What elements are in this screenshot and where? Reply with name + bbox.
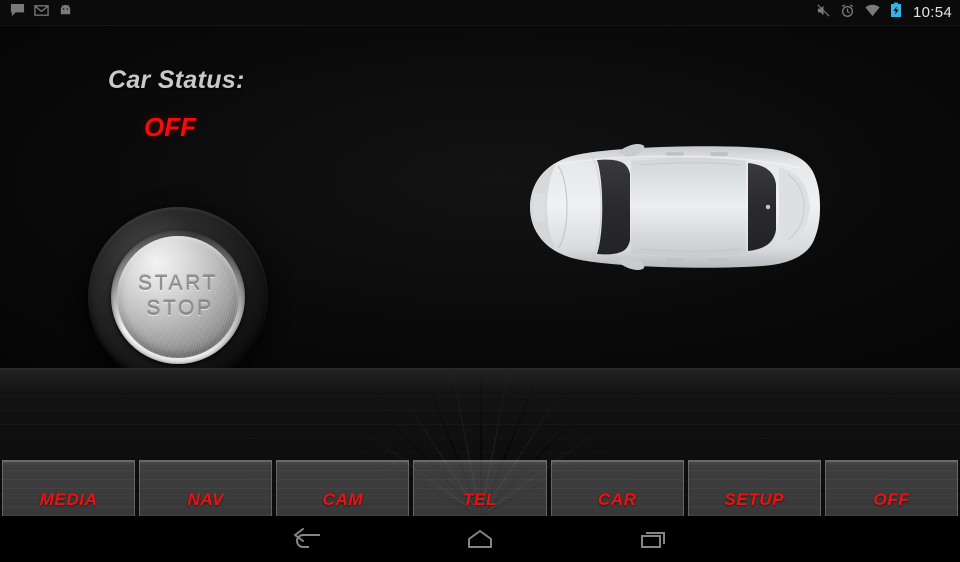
start-label: START bbox=[138, 272, 218, 296]
car-top-view bbox=[500, 134, 830, 280]
back-icon[interactable] bbox=[274, 517, 338, 561]
mute-icon bbox=[816, 3, 831, 23]
wifi-icon bbox=[864, 3, 881, 23]
menu-button-label: CAR bbox=[597, 490, 637, 509]
menu-button-label: OFF bbox=[873, 490, 910, 509]
menu-button-media[interactable]: MEDIA bbox=[2, 460, 136, 516]
message-icon bbox=[10, 3, 25, 23]
car-status-block: Car Status: OFF bbox=[108, 66, 245, 143]
start-stop-button[interactable]: START STOP bbox=[88, 207, 268, 387]
battery-charging-icon bbox=[890, 2, 902, 23]
android-navigation-bar bbox=[0, 516, 960, 562]
menu-bar: MEDIA NAV CAM TEL CAR SETUP OFF bbox=[0, 460, 960, 516]
car-status-label: Car Status: bbox=[108, 66, 245, 94]
menu-button-label: NAV bbox=[187, 490, 224, 509]
status-bar[interactable]: 10:54 bbox=[0, 0, 960, 26]
start-stop-bezel: START STOP bbox=[111, 230, 245, 364]
menu-button-tel[interactable]: TEL bbox=[413, 460, 547, 516]
status-bar-system[interactable]: 10:54 bbox=[816, 2, 952, 23]
alarm-icon bbox=[840, 3, 855, 23]
android-icon bbox=[58, 3, 73, 23]
menu-button-cam[interactable]: CAM bbox=[276, 460, 410, 516]
car-app-screen: Car Status: OFF START STOP MEDIA NAV CAM… bbox=[0, 26, 960, 516]
recent-apps-icon[interactable] bbox=[622, 517, 686, 561]
email-icon bbox=[34, 3, 49, 23]
menu-button-label: CAM bbox=[322, 490, 364, 509]
scene-upper: Car Status: OFF START STOP bbox=[0, 26, 960, 387]
menu-button-setup[interactable]: SETUP bbox=[687, 460, 821, 516]
menu-button-off[interactable]: OFF bbox=[824, 460, 958, 516]
status-bar-notifications[interactable] bbox=[10, 3, 73, 23]
menu-button-label: TEL bbox=[463, 490, 497, 509]
menu-button-label: MEDIA bbox=[39, 490, 98, 509]
menu-button-label: SETUP bbox=[724, 490, 785, 509]
menu-button-car[interactable]: CAR bbox=[550, 460, 684, 516]
car-status-value: OFF bbox=[144, 112, 196, 142]
stop-label: STOP bbox=[146, 297, 214, 320]
home-icon[interactable] bbox=[448, 517, 512, 561]
menu-button-nav[interactable]: NAV bbox=[139, 460, 273, 516]
status-bar-clock: 10:54 bbox=[912, 4, 952, 21]
start-stop-face: START STOP bbox=[117, 236, 239, 358]
